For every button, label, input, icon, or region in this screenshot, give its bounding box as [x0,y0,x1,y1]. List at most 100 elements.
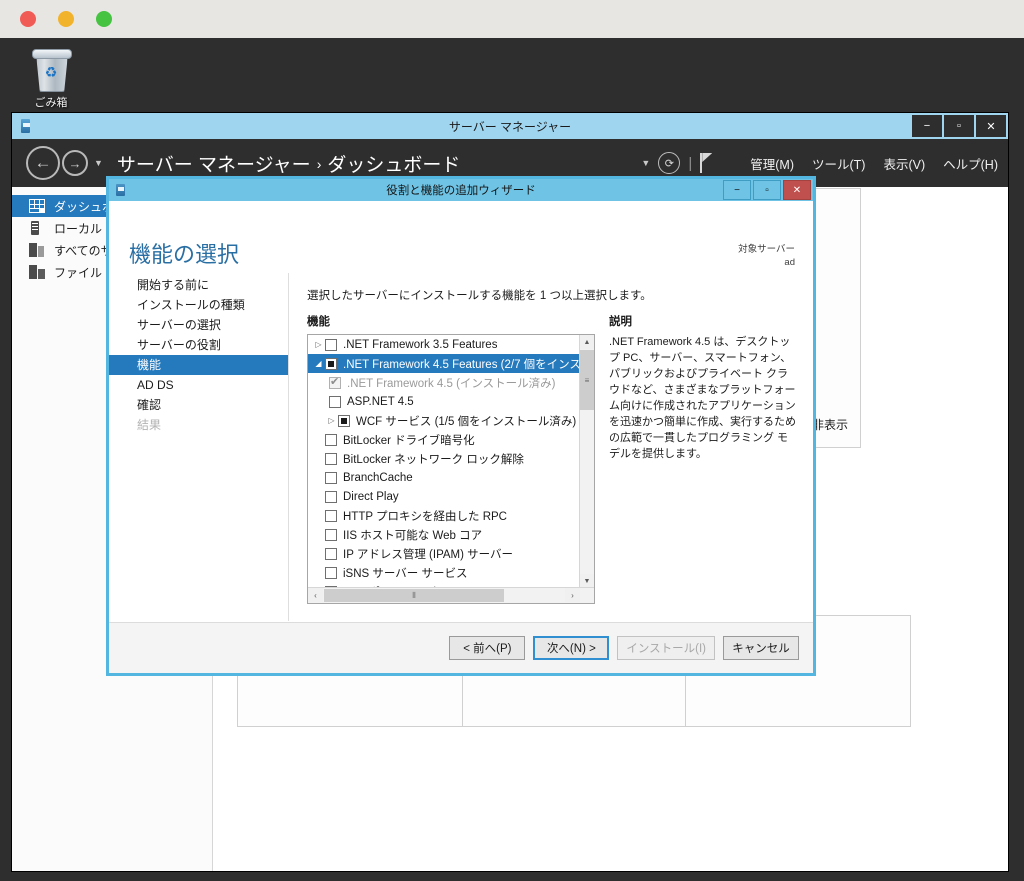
nav-history-chevron-down-icon[interactable]: ▼ [94,158,103,168]
wizard-minimize-icon[interactable]: − [723,180,751,200]
wizard-step-installation-type[interactable]: インストールの種類 [109,295,288,315]
features-tree[interactable]: ▷ .NET Framework 3.5 Features ◢ .NET Fra… [307,334,595,604]
wizard-step-server-selection[interactable]: サーバーの選択 [109,315,288,335]
checkbox[interactable] [325,509,337,522]
navigation-arrows: ← → ▼ [26,146,103,180]
checkbox[interactable] [325,490,337,503]
back-button[interactable]: < 前へ(P) [449,636,526,660]
checkbox[interactable] [325,357,337,370]
menu-manage[interactable]: 管理(M) [750,154,794,173]
wizard-footer: < 前へ(P) 次へ(N) > インストール(I) キャンセル [109,622,813,673]
scroll-down-icon[interactable]: ▼ [580,574,594,588]
recycle-bin-label: ごみ箱 [34,97,68,109]
chevron-down-icon[interactable]: ◢ [312,359,325,368]
tree-row[interactable]: ▷ .NET Framework 3.5 Features [308,335,580,354]
checkbox[interactable] [325,452,337,465]
minimize-icon[interactable]: − [912,115,942,137]
checkbox[interactable] [325,566,337,579]
tree-item-label: .NET Framework 3.5 Features [343,338,498,351]
tree-item-label: BitLocker ネットワーク ロック解除 [343,453,524,466]
scroll-left-icon[interactable]: ‹ [308,588,323,602]
scroll-up-icon[interactable]: ▲ [580,335,594,349]
wizard-step-before-you-begin[interactable]: 開始する前に [109,275,288,295]
server-manager-title: サーバー マネージャー [448,119,572,134]
vertical-scroll-thumb[interactable]: ≡ [580,350,594,410]
refresh-icon[interactable]: ⟳ [658,152,681,174]
chevron-down-icon[interactable]: ▼ [641,158,650,168]
tree-item-label: WCF サービス (1/5 個をインストール済み) [356,415,577,428]
tree-row[interactable]: BitLocker ドライブ暗号化 [308,430,580,449]
wizard-step-server-roles[interactable]: サーバーの役割 [109,335,288,355]
next-button[interactable]: 次へ(N) > [533,636,610,660]
tree-row[interactable]: BitLocker ネットワーク ロック解除 [308,449,580,468]
tree-row[interactable]: Direct Play [308,487,580,506]
flag-notifications-icon[interactable] [700,153,716,173]
wizard-step-features[interactable]: 機能 [109,355,288,375]
target-server-label: 対象サーバー [738,244,795,255]
wizard-step-confirmation[interactable]: 確認 [109,395,288,415]
all-servers-icon [28,243,46,257]
tree-vertical-scrollbar[interactable]: ▲ ≡ ▼ [579,335,594,588]
checkbox[interactable] [338,414,350,427]
wizard-columns: 機能 ▷ .NET Framework 3.5 Features ◢ .NET … [307,313,799,604]
checkbox[interactable] [325,528,337,541]
hide-link[interactable]: 非表示 [812,416,848,433]
host-minimize-button[interactable] [58,11,74,27]
wizard-titlebar[interactable]: 役割と機能の追加ウィザード − ▫ ✕ [109,179,813,201]
sidebar-item-label: ダッシュボ [54,199,115,214]
breadcrumb-root[interactable]: サーバー マネージャー [117,155,311,176]
forward-arrow-icon[interactable]: → [62,150,88,176]
server-manager-titlebar[interactable]: サーバー マネージャー − ▫ ✕ [12,113,1008,139]
menu-tools[interactable]: ツール(T) [812,154,865,173]
recycle-bin-icon: ♻ [29,46,73,92]
wizard-header: 機能の選択 対象サーバー ad [109,201,813,273]
tree-row[interactable]: IP アドレス管理 (IPAM) サーバー [308,544,580,563]
recycle-bin-shortcut[interactable]: ♻ ごみ箱 [22,46,80,110]
checkbox[interactable] [329,395,341,408]
checkbox[interactable] [325,433,337,446]
tree-item-label: Direct Play [343,490,399,503]
checkbox[interactable] [325,471,337,484]
add-roles-features-wizard: 役割と機能の追加ウィザード − ▫ ✕ 機能の選択 対象サーバー ad 開始する… [106,176,816,676]
host-close-button[interactable] [20,11,36,27]
host-zoom-button[interactable] [96,11,112,27]
wizard-step-nav: 開始する前に インストールの種類 サーバーの選択 サーバーの役割 機能 AD D… [109,273,289,621]
back-arrow-icon[interactable]: ← [26,146,60,180]
tree-row[interactable]: iSNS サーバー サービス [308,563,580,582]
checkbox[interactable] [325,338,337,351]
tree-item-label: iSNS サーバー サービス [343,567,468,580]
menu-help[interactable]: ヘルプ(H) [943,154,998,173]
cancel-button[interactable]: キャンセル [723,636,799,660]
scroll-right-icon[interactable]: › [565,588,580,602]
tree-row[interactable]: BranchCache [308,468,580,487]
chevron-right-icon[interactable]: ▷ [312,340,325,349]
tree-horizontal-scrollbar[interactable]: ‹ ⦀ › [308,587,594,603]
checkbox[interactable] [325,547,337,560]
features-header: 機能 [307,316,330,328]
breadcrumb: サーバー マネージャー › ダッシュボード [117,150,460,177]
page-title: 機能の選択 [129,242,240,267]
wizard-maximize-icon[interactable]: ▫ [753,180,781,200]
wizard-title: 役割と機能の追加ウィザード [386,185,536,197]
chevron-right-icon[interactable]: ▷ [325,416,338,425]
target-server-info: 対象サーバー ad [738,243,795,269]
checkbox [329,375,341,389]
tree-row[interactable]: IIS ホスト可能な Web コア [308,525,580,544]
wizard-step-ad-ds[interactable]: AD DS [109,375,288,395]
tree-row[interactable]: HTTP プロキシを経由した RPC [308,506,580,525]
menu-view[interactable]: 表示(V) [883,154,925,173]
horizontal-scroll-thumb[interactable]: ⦀ [324,589,504,602]
target-server-value: ad [784,257,795,268]
tree-row[interactable]: ▷ WCF サービス (1/5 個をインストール済み) [308,411,580,430]
file-services-icon [28,265,46,279]
wizard-main: 開始する前に インストールの種類 サーバーの選択 サーバーの役割 機能 AD D… [109,273,813,621]
scrollbar-corner [580,588,594,603]
wizard-close-icon[interactable]: ✕ [783,180,811,200]
features-tree-list: ▷ .NET Framework 3.5 Features ◢ .NET Fra… [308,335,580,588]
local-server-icon [28,221,46,235]
maximize-icon[interactable]: ▫ [944,115,974,137]
tree-row[interactable]: ASP.NET 4.5 [308,392,580,411]
close-icon[interactable]: ✕ [976,115,1006,137]
tree-row[interactable]: ◢ .NET Framework 4.5 Features (2/7 個をインス… [308,354,580,373]
features-column: 機能 ▷ .NET Framework 3.5 Features ◢ .NET … [307,313,595,604]
